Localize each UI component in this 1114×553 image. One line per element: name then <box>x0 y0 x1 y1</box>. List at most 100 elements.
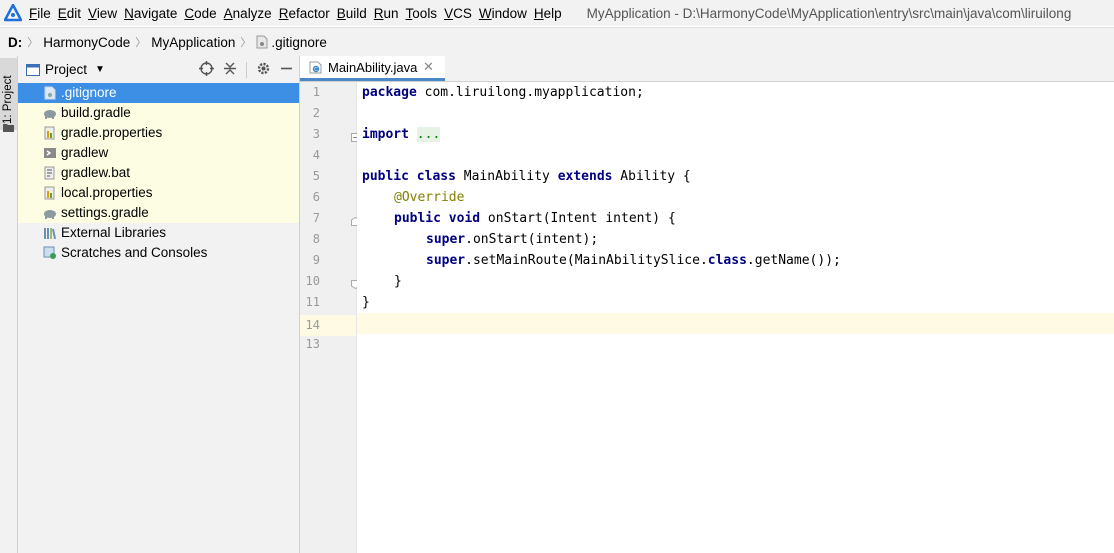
code-line: package com.liruilong.myapplication; <box>357 82 1114 103</box>
tool-window-strip: 1: Project <box>0 56 18 553</box>
project-view-icon <box>26 63 40 76</box>
tree-item-label: local.properties <box>61 185 153 200</box>
tree-item-label: gradlew <box>61 145 109 160</box>
breadcrumb-separator-icon: 〉 <box>135 37 147 49</box>
code-text: .getName()); <box>746 253 841 268</box>
menu-view[interactable]: View <box>88 6 124 21</box>
line-number: 8 <box>312 232 320 246</box>
minimize-icon[interactable] <box>280 62 293 78</box>
menu-vcs[interactable]: VCS <box>444 6 479 21</box>
line-number: 5 <box>312 169 320 183</box>
tab-mainability-java[interactable]: C MainAbility.java ✕ <box>300 56 445 81</box>
breadcrumb-separator-icon: 〉 <box>240 37 252 49</box>
code-keyword: super <box>426 232 466 247</box>
tree-item-gradlew-bat[interactable]: gradlew.bat <box>18 163 299 183</box>
code-keyword: public <box>394 211 441 226</box>
code-line: public void onStart(Intent intent) { <box>357 208 1114 229</box>
svg-text:C: C <box>314 67 318 73</box>
tree-item-label: build.gradle <box>61 105 131 120</box>
line-number: 2 <box>312 106 320 120</box>
gear-icon[interactable] <box>256 61 271 79</box>
line-number: 4 <box>312 148 320 162</box>
scratches-icon <box>43 246 57 260</box>
code-line: super.setMainRoute(MainAbilitySlice.clas… <box>357 250 1114 271</box>
line-number: 7 <box>312 211 320 225</box>
gitignore-file-icon <box>43 86 57 100</box>
tree-item-label: Scratches and Consoles <box>61 245 208 260</box>
menu-window[interactable]: Window <box>479 6 534 21</box>
tree-item-external-libraries[interactable]: External Libraries <box>18 223 299 243</box>
line-number: 6 <box>312 190 320 204</box>
tree-item-build-gradle[interactable]: build.gradle <box>18 103 299 123</box>
project-tab-label: 1: Project <box>2 75 14 124</box>
divider <box>246 62 247 78</box>
breadcrumb-harmonycode[interactable]: HarmonyCode <box>43 35 130 50</box>
menu-run[interactable]: Run <box>374 6 406 21</box>
tree-item-gradlew[interactable]: gradlew <box>18 143 299 163</box>
menu-navigate[interactable]: Navigate <box>124 6 184 21</box>
menu-edit[interactable]: Edit <box>58 6 88 21</box>
menu-help[interactable]: Help <box>534 6 569 21</box>
harmony-logo-icon <box>3 3 23 23</box>
tree-item-scratches-and-consoles[interactable]: Scratches and Consoles <box>18 243 299 263</box>
code-keyword: package <box>362 85 417 100</box>
code-keyword: public <box>362 169 409 184</box>
gradle-elephant-icon <box>43 106 57 120</box>
menu-file[interactable]: File <box>29 6 58 21</box>
collapse-all-icon[interactable] <box>223 61 237 79</box>
tree-item-label: External Libraries <box>61 225 167 240</box>
locate-target-icon[interactable] <box>199 61 214 79</box>
project-panel-header: Project ▼ <box>18 56 299 84</box>
menu-tools[interactable]: Tools <box>406 6 445 21</box>
code-text: MainAbility <box>455 169 558 184</box>
project-panel: Project ▼ .gitignore build.gradle gradle… <box>18 56 300 553</box>
code-line: super.onStart(intent); <box>357 229 1114 250</box>
menu-build[interactable]: Build <box>337 6 374 21</box>
properties-file-icon <box>43 186 57 200</box>
gradle-elephant-icon <box>43 206 57 220</box>
menu-analyze[interactable]: Analyze <box>224 6 279 21</box>
properties-file-icon <box>43 126 57 140</box>
close-icon[interactable]: ✕ <box>423 59 434 75</box>
project-view-selector[interactable]: Project <box>45 62 87 77</box>
code-line: } <box>357 292 1114 313</box>
gitignore-file-icon <box>256 35 268 49</box>
line-number: 14 <box>305 318 320 332</box>
line-number: 3 <box>312 127 320 141</box>
tree-item-gradle-properties[interactable]: gradle.properties <box>18 123 299 143</box>
code-keyword: class <box>416 169 456 184</box>
breadcrumb-myapplication[interactable]: MyApplication <box>151 35 235 50</box>
libraries-icon <box>43 226 57 240</box>
line-number: 1 <box>312 85 320 99</box>
tab-label: MainAbility.java <box>328 59 418 75</box>
tree-item-label: gradle.properties <box>61 125 163 140</box>
code-keyword: class <box>707 253 747 268</box>
project-tool-window-tab[interactable]: 1: Project <box>0 58 17 132</box>
tree-item-local-properties[interactable]: local.properties <box>18 183 299 203</box>
code-line: } <box>357 271 1114 292</box>
breadcrumb-separator-icon: 〉 <box>27 37 39 49</box>
project-tree: .gitignore build.gradle gradle.propertie… <box>18 83 299 263</box>
current-code-line <box>357 313 1114 334</box>
menu-code[interactable]: Code <box>184 6 223 21</box>
tree-item-settings-gradle[interactable]: settings.gradle <box>18 203 299 223</box>
code-keyword: super <box>426 253 466 268</box>
chevron-down-icon[interactable]: ▼ <box>95 64 105 75</box>
code-line: public class MainAbility extends Ability… <box>357 166 1114 187</box>
tree-item-gitignore[interactable]: .gitignore <box>18 83 299 103</box>
code-keyword: import <box>362 127 409 142</box>
java-class-icon: C <box>309 60 323 77</box>
line-number: 11 <box>305 295 320 309</box>
code-text: } <box>362 295 370 310</box>
code-annotation: @Override <box>394 190 465 205</box>
code-line: @Override <box>357 187 1114 208</box>
code-text: com.liruilong.myapplication; <box>416 85 644 100</box>
breadcrumb-gitignore[interactable]: .gitignore <box>271 35 327 50</box>
code-editor[interactable]: package com.liruilong.myapplication; imp… <box>357 82 1114 553</box>
folded-imports[interactable]: ... <box>416 127 441 142</box>
breadcrumb-drive[interactable]: D: <box>8 35 22 50</box>
breadcrumb: D: 〉 HarmonyCode 〉 MyApplication 〉 .giti… <box>0 27 1114 57</box>
tree-item-label: .gitignore <box>61 85 117 100</box>
folder-icon <box>3 120 14 135</box>
menu-refactor[interactable]: Refactor <box>279 6 337 21</box>
